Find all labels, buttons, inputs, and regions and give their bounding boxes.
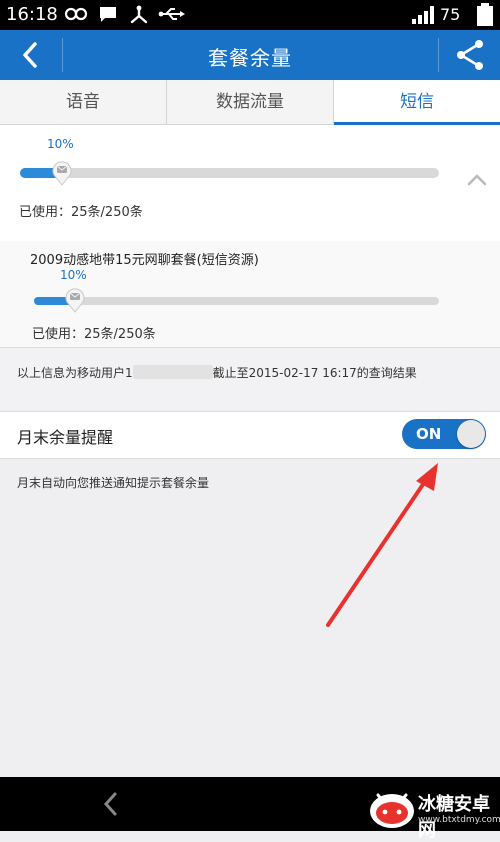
infinity-icon [64, 7, 88, 21]
share-icon [457, 40, 483, 70]
message-icon [100, 7, 116, 22]
page-title: 套餐余量 [208, 46, 292, 70]
title-bar: 套餐余量 [0, 30, 500, 80]
progress-track [20, 168, 439, 178]
percent-label: 10% [47, 137, 74, 151]
usb-debug-icon [130, 5, 148, 24]
usb-icon [158, 8, 185, 20]
watermark-url: www.btxtdmy.com [418, 815, 500, 825]
info-prefix: 以上信息为移动用户1 [17, 366, 133, 380]
package-progress-track [34, 297, 439, 305]
reminder-label: 月末余量提醒 [17, 428, 114, 447]
signal-icon [412, 6, 434, 24]
redacted-phone [132, 365, 213, 379]
reminder-description: 月末自动向您推送通知提示套餐余量 [17, 476, 210, 490]
reminder-row: 月末余量提醒 ON [0, 411, 500, 459]
package-percent-label: 10% [60, 268, 87, 282]
slider-thumb-icon[interactable] [51, 160, 73, 186]
summary-card: 10% 已使用：25条/250条 [0, 125, 500, 242]
package-used-text: 已使用：25条/250条 [32, 327, 156, 342]
package-card: 2009动感地带15元网聊套餐(短信资源) 10% 已使用：25条/250条 [0, 241, 500, 348]
tab-sms[interactable]: 短信 [334, 80, 500, 125]
toggle-on-label: ON [416, 425, 442, 443]
tab-bar: 语音 数据流量 短信 [0, 80, 500, 125]
status-time: 16:18 [6, 4, 58, 25]
tab-data[interactable]: 数据流量 [167, 80, 334, 124]
package-slider-thumb-icon[interactable] [64, 287, 86, 313]
watermark: 冰糖安卓网 www.btxtdmy.com [366, 787, 500, 841]
annotation-arrow-icon [326, 463, 438, 627]
reminder-toggle[interactable]: ON [402, 419, 486, 449]
watermark-logo [370, 793, 414, 828]
status-bar: 16:18 75 [0, 0, 500, 30]
used-text: 已使用：25条/250条 [19, 205, 143, 220]
info-suffix: 截止至2015-02-17 16:17的查询结果 [212, 366, 417, 380]
tab-voice[interactable]: 语音 [0, 80, 167, 124]
battery-icon [477, 3, 493, 26]
chevron-up-icon[interactable] [466, 173, 488, 187]
package-name: 2009动感地带15元网聊套餐(短信资源) [30, 253, 259, 268]
toggle-knob [457, 420, 485, 448]
nav-back-icon[interactable] [96, 789, 126, 819]
share-button[interactable] [438, 30, 500, 80]
battery-level: 75 [440, 5, 461, 24]
query-info: 以上信息为移动用户1 截止至2015-02-17 16:17的查询结果 [0, 348, 500, 410]
